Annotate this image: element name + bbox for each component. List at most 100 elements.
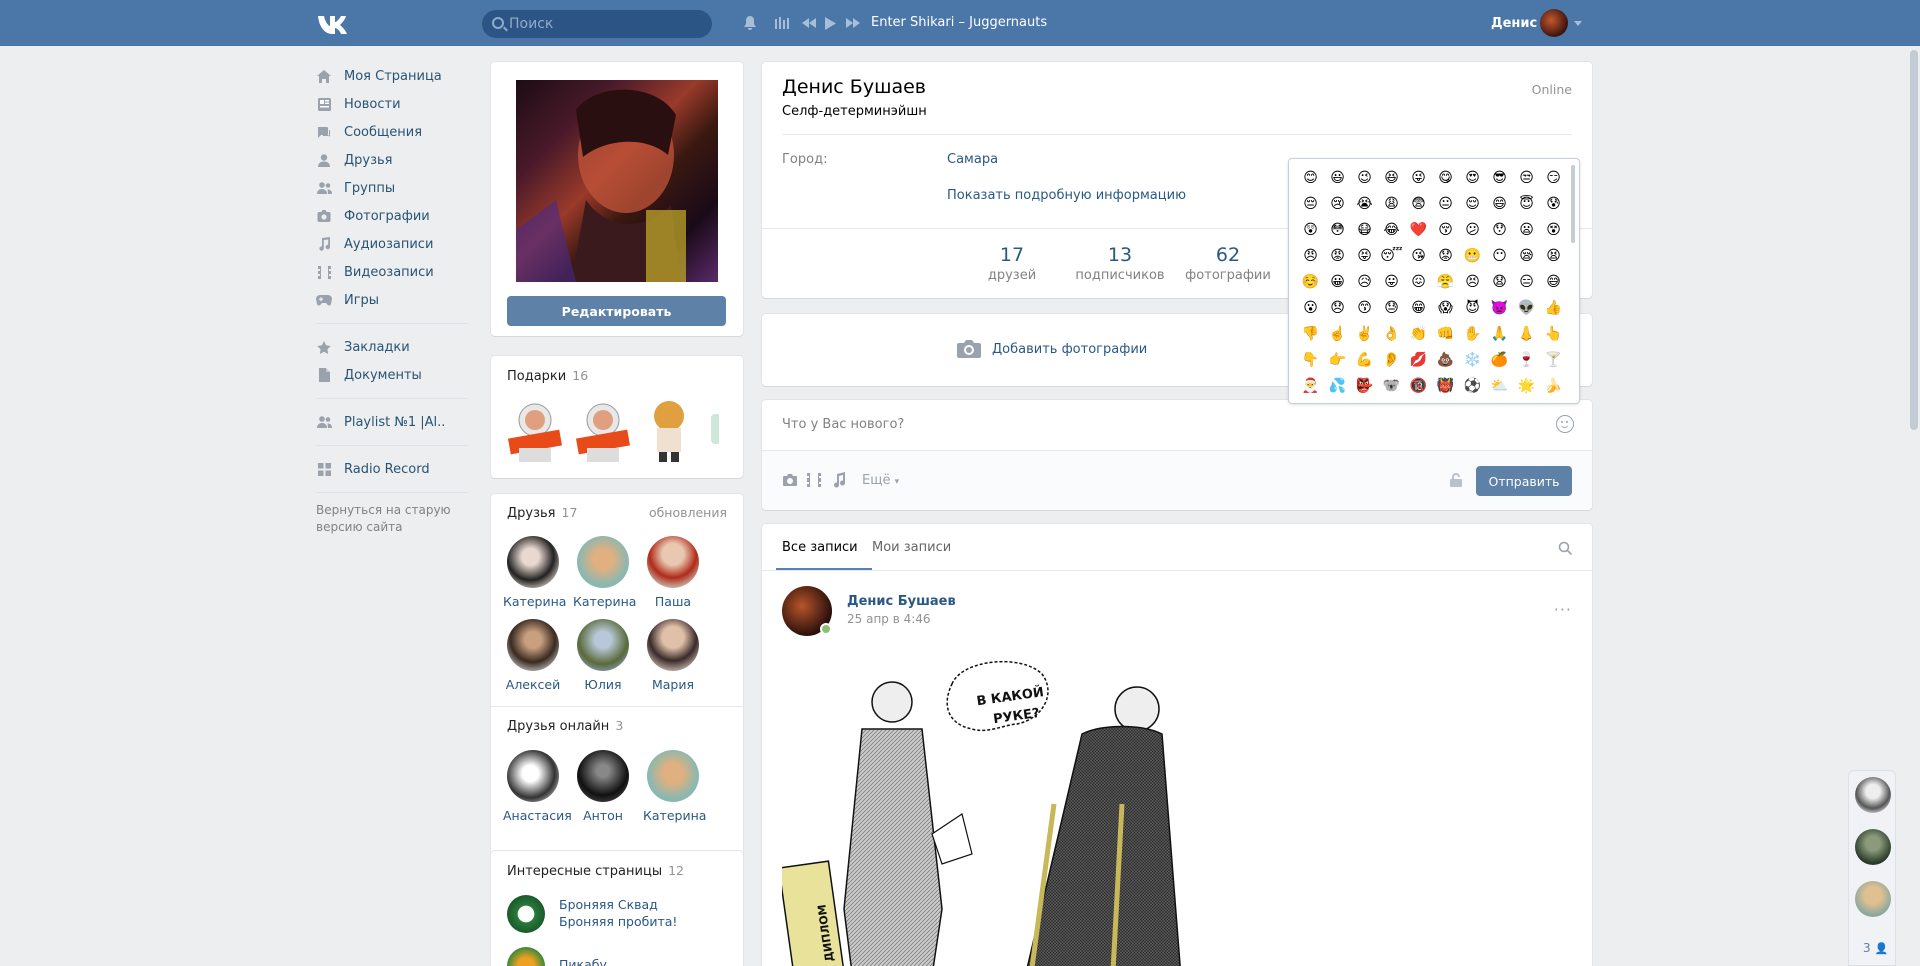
- stat-followers[interactable]: 13 подписчиков: [1055, 244, 1185, 283]
- emoji-item[interactable]: 😞: [1324, 295, 1351, 321]
- chat-online-count[interactable]: 3 👤: [1863, 941, 1888, 955]
- user-name[interactable]: Денис: [1491, 16, 1537, 31]
- friend-avatar[interactable]: [507, 536, 559, 588]
- emoji-item[interactable]: 👊: [1432, 321, 1459, 347]
- page-name[interactable]: Пикабу: [559, 957, 607, 966]
- emoji-item[interactable]: 😖: [1405, 269, 1432, 295]
- friend-item[interactable]: Юлия: [573, 619, 633, 692]
- page-avatar[interactable]: [507, 947, 545, 966]
- emoji-item[interactable]: 😄: [1486, 191, 1513, 217]
- friends-online-title[interactable]: Друзья онлайн 3: [507, 718, 623, 734]
- friend-name[interactable]: Катерина: [573, 594, 636, 609]
- profile-status[interactable]: Селф-детерминэйшн: [782, 104, 927, 119]
- friend-name[interactable]: Алексей: [503, 677, 563, 692]
- emoji-item[interactable]: 👌: [1378, 321, 1405, 347]
- emoji-item[interactable]: 💦: [1324, 373, 1351, 399]
- emoji-item[interactable]: 😵: [1540, 217, 1567, 243]
- emoji-item[interactable]: 😙: [1351, 295, 1378, 321]
- attach-audio-icon[interactable]: [832, 472, 846, 488]
- emoji-item[interactable]: ✋: [1459, 321, 1486, 347]
- friend-name[interactable]: Антон: [573, 808, 633, 823]
- nav-item[interactable]: Новости: [316, 90, 468, 118]
- nav-item[interactable]: Группы: [316, 174, 468, 202]
- old-version-link[interactable]: Вернуться на старую версию сайта: [316, 502, 468, 536]
- vk-logo-icon[interactable]: [316, 13, 350, 35]
- attach-video-icon[interactable]: [807, 473, 821, 487]
- nav-item[interactable]: Аудиозаписи: [316, 230, 468, 258]
- emoji-item[interactable]: 😳: [1324, 217, 1351, 243]
- emoji-item[interactable]: 🍸: [1540, 347, 1567, 373]
- emoji-item[interactable]: 😔: [1297, 191, 1324, 217]
- friend-name[interactable]: Катерина: [643, 808, 706, 823]
- emoji-item[interactable]: 😢: [1324, 191, 1351, 217]
- add-photos-button[interactable]: Добавить фотографии: [956, 339, 1147, 359]
- emoji-item[interactable]: 💪: [1351, 347, 1378, 373]
- emoji-item[interactable]: 😈: [1459, 295, 1486, 321]
- show-more-info-link[interactable]: Показать подробную информацию: [947, 188, 1186, 203]
- emoji-item[interactable]: 👆: [1540, 321, 1567, 347]
- friend-avatar[interactable]: [507, 750, 559, 802]
- emoji-item[interactable]: 👃: [1513, 321, 1540, 347]
- emoji-item[interactable]: 🍊: [1486, 347, 1513, 373]
- friend-name[interactable]: Мария: [643, 677, 703, 692]
- emoji-item[interactable]: 😴: [1378, 243, 1405, 269]
- stat-photos[interactable]: 62 фотографии: [1168, 244, 1288, 283]
- previous-track-icon[interactable]: [801, 14, 817, 32]
- page-scrollbar[interactable]: [1910, 50, 1918, 430]
- chevron-down-icon[interactable]: [1574, 21, 1582, 26]
- emoji-item[interactable]: 🔞: [1405, 373, 1432, 399]
- emoji-item[interactable]: 😤: [1432, 269, 1459, 295]
- gift-sticker[interactable]: [643, 398, 695, 462]
- emoji-item[interactable]: 😒: [1513, 165, 1540, 191]
- play-icon[interactable]: [823, 14, 837, 32]
- friend-item[interactable]: Катерина: [573, 536, 636, 609]
- emoji-item[interactable]: 👂: [1378, 347, 1405, 373]
- emoji-item[interactable]: ❤️: [1405, 217, 1432, 243]
- friend-name[interactable]: Паша: [643, 594, 703, 609]
- friend-avatar[interactable]: [507, 619, 559, 671]
- emoji-item[interactable]: 😠: [1297, 243, 1324, 269]
- post-date[interactable]: 25 апр в 4:46: [847, 612, 931, 626]
- emoji-item[interactable]: ⛅: [1486, 373, 1513, 399]
- emoji-item[interactable]: 😱: [1432, 295, 1459, 321]
- page-avatar[interactable]: [507, 895, 545, 933]
- nav-item[interactable]: Игры: [316, 286, 468, 314]
- emoji-item[interactable]: 😍: [1459, 165, 1486, 191]
- post-input[interactable]: Что у Вас нового?: [782, 417, 904, 432]
- gift-sticker[interactable]: [507, 398, 563, 462]
- emoji-item[interactable]: 😚: [1432, 217, 1459, 243]
- emoji-item[interactable]: 👏: [1405, 321, 1432, 347]
- emoji-item[interactable]: 😶: [1486, 243, 1513, 269]
- tab-my-posts[interactable]: Мои записи: [872, 540, 951, 555]
- emoji-item[interactable]: 😫: [1540, 243, 1567, 269]
- friends-title[interactable]: Друзья 17: [507, 505, 577, 521]
- post-menu-icon[interactable]: ···: [1554, 600, 1572, 619]
- emoji-item[interactable]: 😆: [1378, 165, 1405, 191]
- emoji-item[interactable]: 😊: [1297, 165, 1324, 191]
- post-image[interactable]: В КАКОЙ РУКЕ? ДИПЛОМ: [778, 654, 1182, 966]
- emoji-item[interactable]: 😬: [1459, 243, 1486, 269]
- emoji-item[interactable]: 😷: [1351, 217, 1378, 243]
- nav-item[interactable]: Друзья: [316, 146, 468, 174]
- emoji-item[interactable]: 🍌: [1540, 373, 1567, 399]
- emoji-item[interactable]: 🍷: [1513, 347, 1540, 373]
- nav-item[interactable]: Фотографии: [316, 202, 468, 230]
- nav-item[interactable]: Playlist №1 |Al..: [316, 408, 468, 436]
- emoji-item[interactable]: 😉: [1351, 165, 1378, 191]
- emoji-item[interactable]: ⚽: [1459, 373, 1486, 399]
- emoji-item[interactable]: 😂: [1378, 217, 1405, 243]
- friend-item[interactable]: Катерина: [643, 750, 706, 823]
- now-playing-title[interactable]: Enter Shikari – Juggernauts: [871, 15, 1047, 30]
- nav-item[interactable]: Документы: [316, 361, 468, 389]
- nav-item[interactable]: Сообщения: [316, 118, 468, 146]
- friend-name[interactable]: Катерина: [503, 594, 566, 609]
- gift-sticker[interactable]: [575, 398, 631, 462]
- nav-item[interactable]: Radio Record: [316, 455, 468, 483]
- friend-item[interactable]: Антон: [573, 750, 633, 823]
- emoji-item[interactable]: 👇: [1297, 347, 1324, 373]
- bell-icon[interactable]: [742, 14, 758, 32]
- emoji-item[interactable]: 😕: [1459, 217, 1486, 243]
- emoji-item[interactable]: ✌️: [1351, 321, 1378, 347]
- emoji-item[interactable]: 🐨: [1378, 373, 1405, 399]
- emoji-item[interactable]: 😩: [1378, 191, 1405, 217]
